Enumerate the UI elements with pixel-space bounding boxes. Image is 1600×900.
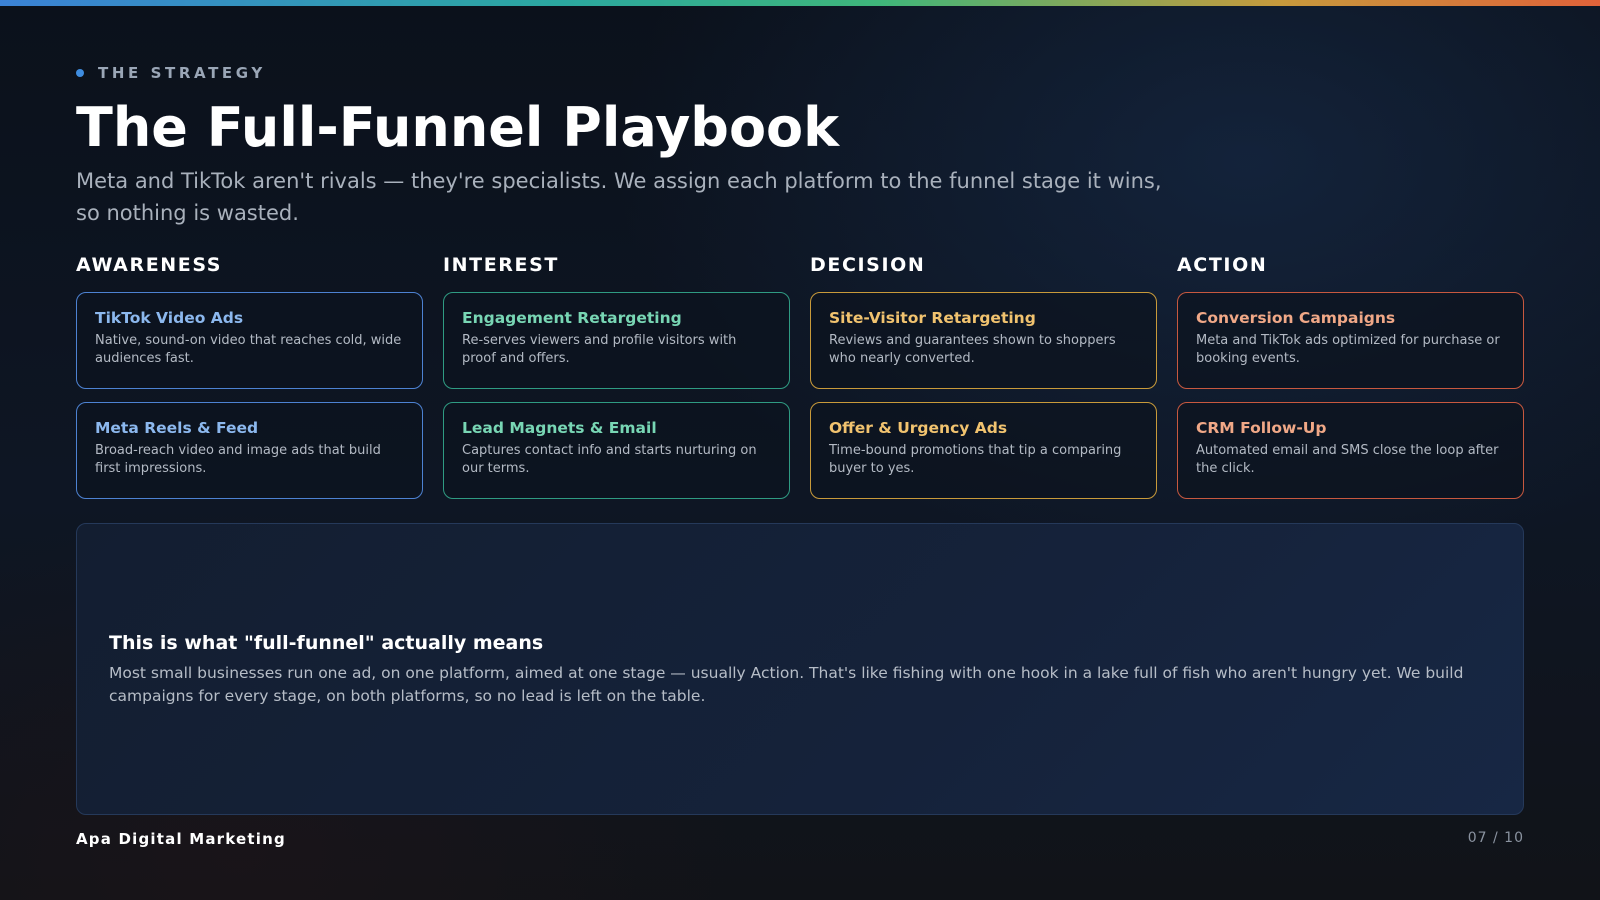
page-number: 07 / 10	[1467, 830, 1524, 846]
stage-awareness: AWARENESS TikTok Video Ads Native, sound…	[76, 254, 423, 512]
eyebrow: THE STRATEGY	[76, 64, 266, 82]
callout-body: Most small businesses run one ad, on one…	[109, 664, 1464, 705]
slide: THE STRATEGY The Full-Funnel Playbook Me…	[76, 0, 1524, 900]
tactic-title: Offer & Urgency Ads	[829, 419, 1008, 437]
eyebrow-label: THE STRATEGY	[98, 64, 266, 82]
bullet-dot-icon	[76, 69, 84, 77]
tactic-description: Meta and TikTok ads optimized for purcha…	[1196, 333, 1500, 366]
tactic-description: Reviews and guarantees shown to shoppers…	[829, 333, 1116, 366]
tactic-card: Lead Magnets & Email Captures contact in…	[443, 402, 790, 499]
stage-heading: DECISION	[810, 254, 926, 276]
tactic-card: Site-Visitor Retargeting Reviews and gua…	[810, 292, 1157, 389]
page-subtitle: Meta and TikTok aren't rivals — they're …	[76, 169, 1162, 225]
tactic-description: Automated email and SMS close the loop a…	[1196, 443, 1499, 476]
tactic-title: Engagement Retargeting	[462, 309, 682, 327]
tactic-description: Broad-reach video and image ads that bui…	[95, 443, 381, 476]
tactic-card: Engagement Retargeting Re-serves viewers…	[443, 292, 790, 389]
tactic-card: Meta Reels & Feed Broad-reach video and …	[76, 402, 423, 499]
footer-brand: Apa Digital Marketing	[76, 830, 286, 848]
tactic-title: Conversion Campaigns	[1196, 309, 1396, 327]
page-title: The Full-Funnel Playbook	[76, 96, 840, 159]
tactic-title: Site-Visitor Retargeting	[829, 309, 1036, 327]
tactic-card: Offer & Urgency Ads Time-bound promotion…	[810, 402, 1157, 499]
tactic-description: Native, sound-on video that reaches cold…	[95, 333, 402, 366]
tactic-title: Lead Magnets & Email	[462, 419, 657, 437]
tactic-description: Captures contact info and starts nurturi…	[462, 443, 757, 476]
stage-decision: DECISION Site-Visitor Retargeting Review…	[810, 254, 1157, 512]
callout-title: This is what "full-funnel" actually mean…	[109, 632, 544, 654]
funnel-stages: AWARENESS TikTok Video Ads Native, sound…	[76, 254, 1524, 512]
callout-panel: This is what "full-funnel" actually mean…	[76, 523, 1524, 815]
tactic-title: CRM Follow-Up	[1196, 419, 1327, 437]
tactic-title: TikTok Video Ads	[95, 309, 244, 327]
tactic-description: Re-serves viewers and profile visitors w…	[462, 333, 737, 366]
stage-heading: INTEREST	[443, 254, 559, 276]
stage-heading: ACTION	[1177, 254, 1268, 276]
tactic-card: TikTok Video Ads Native, sound-on video …	[76, 292, 423, 389]
stage-action: ACTION Conversion Campaigns Meta and Tik…	[1177, 254, 1524, 512]
tactic-description: Time-bound promotions that tip a compari…	[829, 443, 1122, 476]
tactic-title: Meta Reels & Feed	[95, 419, 259, 437]
stage-heading: AWARENESS	[76, 254, 223, 276]
tactic-card: CRM Follow-Up Automated email and SMS cl…	[1177, 402, 1524, 499]
stage-interest: INTEREST Engagement Retargeting Re-serve…	[443, 254, 790, 512]
tactic-card: Conversion Campaigns Meta and TikTok ads…	[1177, 292, 1524, 389]
